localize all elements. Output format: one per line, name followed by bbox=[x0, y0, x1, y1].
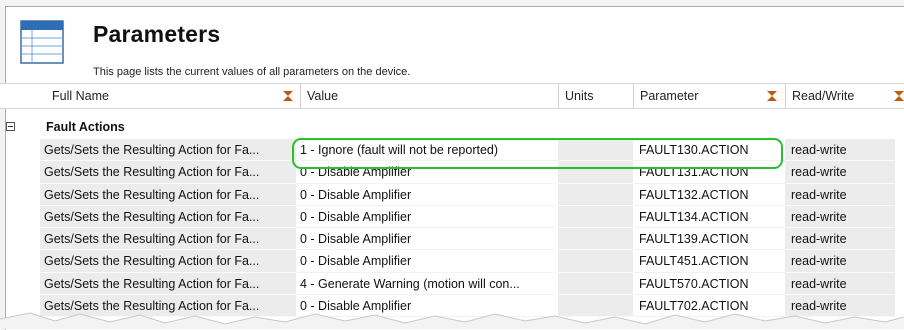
column-label: Read/Write bbox=[792, 89, 855, 103]
filter-icon[interactable] bbox=[893, 90, 904, 102]
column-full-name[interactable]: Full Name bbox=[46, 84, 300, 108]
parameter-cell: FAULT702.ACTION bbox=[633, 295, 785, 318]
parameter-cell: FAULT570.ACTION bbox=[633, 273, 785, 296]
page-title: Parameters bbox=[93, 21, 221, 47]
read-write-cell: read-write bbox=[785, 228, 895, 251]
column-units[interactable]: Units bbox=[558, 84, 633, 108]
read-write-cell: read-write bbox=[785, 295, 895, 318]
read-write-cell: read-write bbox=[785, 250, 895, 273]
read-write-cell: read-write bbox=[785, 272, 895, 296]
table-row[interactable]: Gets/Sets the Resulting Action for Fa...… bbox=[0, 295, 904, 318]
value-cell[interactable]: 0 - Disable Amplifier bbox=[296, 206, 558, 229]
units-cell bbox=[558, 183, 633, 206]
parameter-cell: FAULT134.ACTION bbox=[633, 206, 785, 229]
value-cell[interactable]: 0 - Disable Amplifier bbox=[296, 295, 558, 318]
column-value[interactable]: Value bbox=[300, 84, 558, 108]
parameters-grid: Gets/Sets the Resulting Action for Fa...… bbox=[0, 139, 904, 318]
full-name-cell: Gets/Sets the Resulting Action for Fa... bbox=[40, 228, 296, 251]
value-cell[interactable]: 0 - Disable Amplifier bbox=[296, 250, 558, 273]
parameter-cell: FAULT451.ACTION bbox=[633, 250, 785, 273]
units-cell bbox=[558, 295, 633, 318]
units-cell bbox=[558, 205, 633, 229]
units-cell bbox=[558, 161, 633, 184]
value-cell[interactable]: 1 - Ignore (fault will not be reported) bbox=[296, 139, 558, 162]
filter-icon[interactable] bbox=[282, 90, 294, 102]
page-subtitle: This page lists the current values of al… bbox=[93, 66, 411, 78]
table-row[interactable]: Gets/Sets the Resulting Action for Fa...… bbox=[0, 250, 904, 273]
read-write-cell: read-write bbox=[785, 139, 895, 162]
full-name-cell: Gets/Sets the Resulting Action for Fa... bbox=[40, 161, 296, 184]
table-icon bbox=[20, 20, 64, 64]
units-cell bbox=[558, 228, 633, 251]
parameter-cell: FAULT139.ACTION bbox=[633, 228, 785, 251]
full-name-cell: Gets/Sets the Resulting Action for Fa... bbox=[40, 295, 296, 318]
value-cell[interactable]: 0 - Disable Amplifier bbox=[296, 184, 558, 206]
column-read-write[interactable]: Read/Write bbox=[785, 84, 904, 108]
units-cell bbox=[558, 272, 633, 296]
column-label: Parameter bbox=[640, 89, 699, 103]
column-parameter[interactable]: Parameter bbox=[633, 84, 785, 108]
group-label: Fault Actions bbox=[46, 120, 125, 134]
read-write-cell: read-write bbox=[785, 205, 895, 229]
table-row[interactable]: Gets/Sets the Resulting Action for Fa...… bbox=[0, 272, 904, 296]
full-name-cell: Gets/Sets the Resulting Action for Fa... bbox=[40, 139, 296, 162]
group-row: Fault Actions bbox=[0, 118, 904, 138]
table-row[interactable]: Gets/Sets the Resulting Action for Fa...… bbox=[0, 161, 904, 184]
full-name-cell: Gets/Sets the Resulting Action for Fa... bbox=[40, 183, 296, 206]
column-label: Units bbox=[565, 89, 594, 103]
table-row[interactable]: Gets/Sets the Resulting Action for Fa...… bbox=[0, 228, 904, 251]
filter-icon[interactable] bbox=[766, 90, 778, 102]
full-name-cell: Gets/Sets the Resulting Action for Fa... bbox=[40, 205, 296, 229]
table-row[interactable]: Gets/Sets the Resulting Action for Fa...… bbox=[0, 205, 904, 229]
column-label: Full Name bbox=[52, 89, 109, 103]
units-cell bbox=[558, 250, 633, 273]
units-cell bbox=[558, 139, 633, 162]
read-write-cell: read-write bbox=[785, 161, 895, 184]
parameter-cell: FAULT132.ACTION bbox=[633, 184, 785, 206]
full-name-cell: Gets/Sets the Resulting Action for Fa... bbox=[40, 272, 296, 296]
parameter-cell: FAULT130.ACTION bbox=[633, 139, 785, 162]
read-write-cell: read-write bbox=[785, 183, 895, 206]
value-cell[interactable]: 4 - Generate Warning (motion will con... bbox=[296, 273, 558, 296]
column-header-row: Full Name Value Units Parameter Read/Wri… bbox=[0, 83, 904, 109]
parameter-cell: FAULT131.ACTION bbox=[633, 161, 785, 184]
full-name-cell: Gets/Sets the Resulting Action for Fa... bbox=[40, 250, 296, 273]
table-row[interactable]: Gets/Sets the Resulting Action for Fa...… bbox=[0, 183, 904, 206]
table-row[interactable]: Gets/Sets the Resulting Action for Fa...… bbox=[0, 139, 904, 162]
value-cell[interactable]: 0 - Disable Amplifier bbox=[296, 228, 558, 251]
value-cell[interactable]: 0 - Disable Amplifier bbox=[296, 161, 558, 184]
column-label: Value bbox=[307, 89, 339, 103]
collapse-toggle-icon[interactable] bbox=[6, 122, 15, 131]
